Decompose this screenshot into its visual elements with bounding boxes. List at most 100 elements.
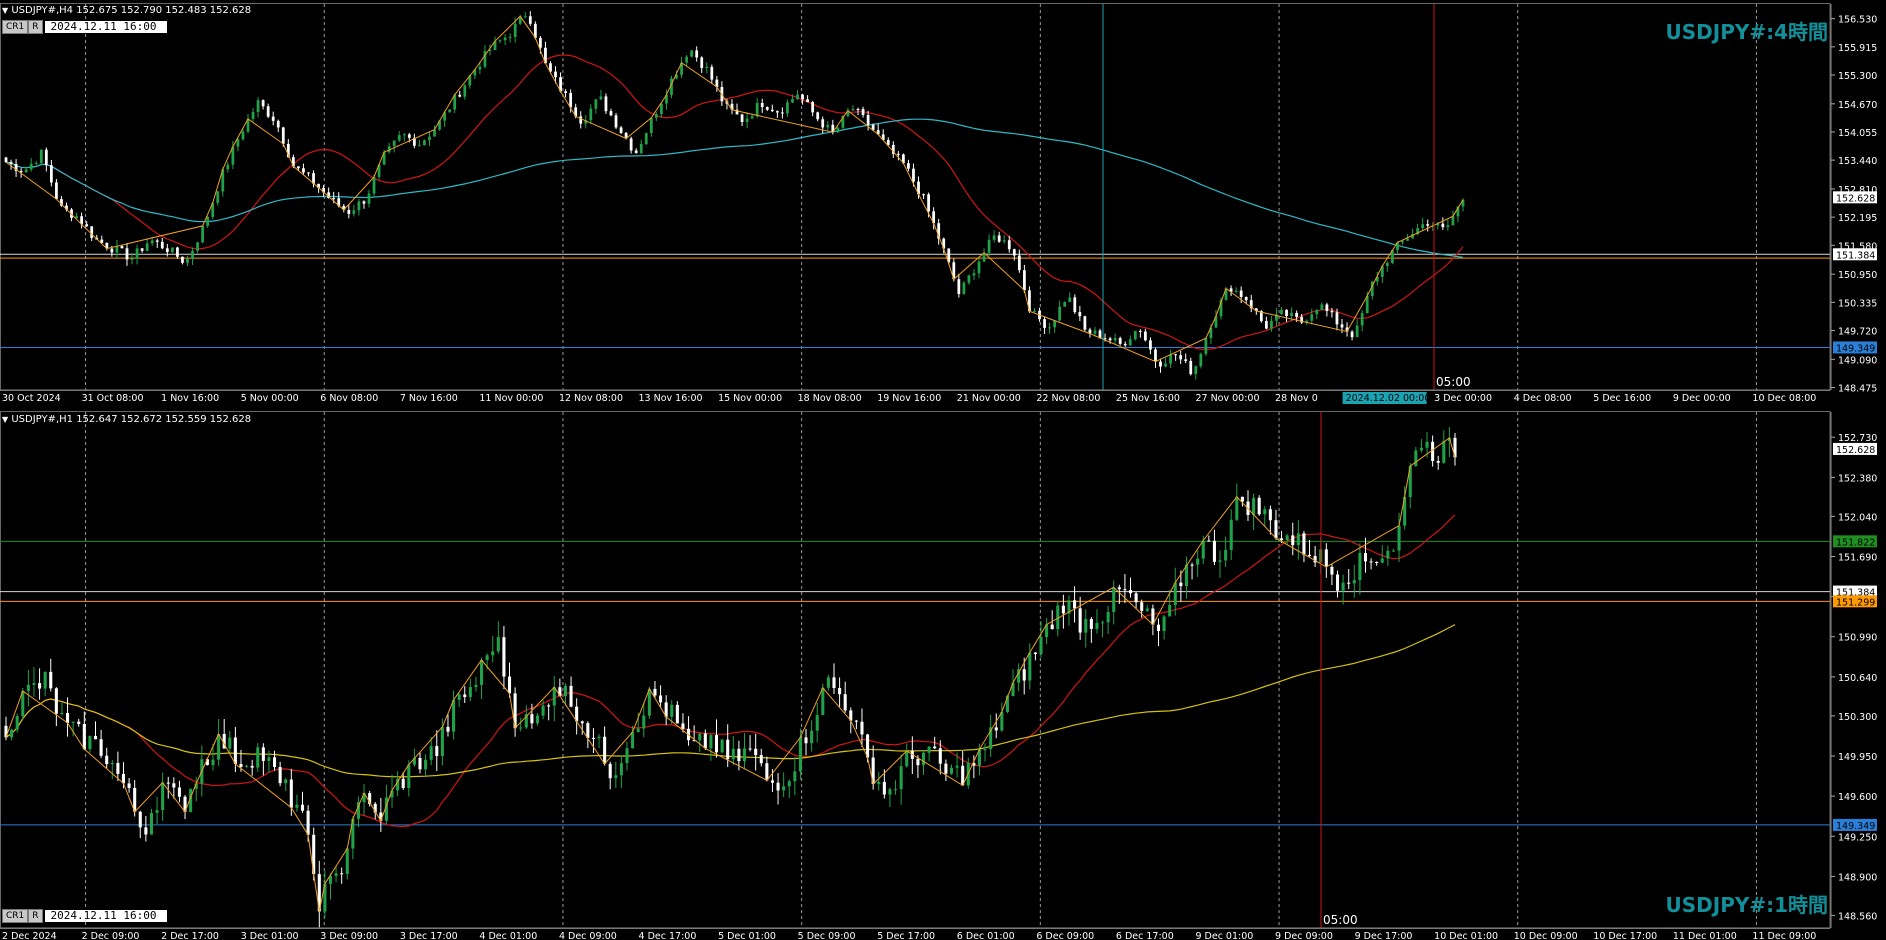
h4-price-badge-label: 149.349	[1836, 343, 1875, 354]
h1-candle-body	[491, 651, 495, 656]
h4-candle-body	[1078, 312, 1082, 317]
h1-candle-body	[1078, 608, 1082, 633]
h1-candle-body	[1263, 509, 1267, 515]
h1-cr1-button[interactable]: CR1	[2, 909, 29, 923]
h4-candle-body	[251, 111, 255, 119]
h4-candle-body	[160, 241, 164, 249]
h1-price-label: 151.690	[1838, 552, 1877, 563]
h1-candle-body	[1257, 497, 1261, 515]
h1-candle-body	[826, 677, 830, 688]
h4-price-label: 153.440	[1838, 156, 1877, 167]
h1-price-label: 149.600	[1838, 792, 1877, 803]
h4-cr1-button[interactable]: CR1	[2, 20, 29, 34]
h1-candle-body	[1285, 535, 1289, 541]
h4-candle-body	[992, 235, 996, 240]
h4-price-badge-label: 151.384	[1836, 250, 1875, 261]
h1-time-label: 4 Dec 09:00	[559, 931, 617, 940]
h1-candle-body	[675, 704, 679, 724]
h1-candle-body	[815, 715, 819, 731]
h1-chart-pane[interactable]: 05:00152.730152.380152.040151.690151.340…	[0, 408, 1886, 940]
h1-candle-body	[507, 676, 512, 694]
h1-candle-body	[43, 671, 47, 689]
h4-candle-body	[1335, 312, 1339, 325]
h1-candle-body	[1000, 712, 1004, 731]
h4-candle-body	[165, 248, 169, 253]
h1-candle-body	[429, 746, 433, 760]
h1-candle-body	[295, 804, 299, 808]
h4-symbol-ohlc: USDJPY#,H4 152.675 152.790 152.483 152.6…	[11, 5, 252, 16]
h4-candle-body	[297, 166, 300, 169]
h4-price-label: 156.530	[1838, 15, 1877, 26]
h4-time-label: 4 Dec 08:00	[1514, 393, 1572, 404]
h1-date-input[interactable]: 2024.12.11 16:00	[44, 910, 167, 922]
h4-candle-body	[281, 127, 285, 144]
h4-candle-body	[201, 225, 205, 243]
h1-price-label: 150.300	[1838, 712, 1877, 723]
h4-candle-body	[1406, 238, 1409, 241]
h1-candle-body	[933, 746, 937, 749]
h4-date-input[interactable]: 2024.12.11 16:00	[44, 21, 167, 33]
h1-time-label: 2 Dec 09:00	[82, 931, 140, 940]
h4-candle-body	[619, 127, 623, 133]
h4-candle-body	[407, 134, 411, 138]
h4-r-button[interactable]: R	[28, 20, 43, 34]
h4-candle-body	[1063, 301, 1067, 307]
h1-candle-body	[938, 748, 942, 764]
h1-watermark: USDJPY#:1時間	[1665, 893, 1829, 917]
h4-candle-body	[1169, 354, 1172, 364]
h4-candle-body	[599, 96, 603, 100]
h4-candle-body	[816, 112, 820, 120]
h1-candle-body	[1028, 652, 1032, 681]
h4-time-label: 28 Nov 0	[1275, 393, 1318, 404]
h4-time-label: 9 Dec 00:00	[1673, 393, 1731, 404]
h4-candle-body	[1068, 297, 1072, 302]
h4-candle-body	[498, 40, 502, 42]
h4-chart-pane[interactable]: 05:00 156.530 155.915 155.300 154.670 154.055…	[0, 0, 1886, 404]
h1-candle-body	[894, 789, 898, 791]
h1-candle-body	[1375, 561, 1379, 563]
h1-candle-body	[776, 782, 780, 791]
h1-candle-body	[463, 694, 467, 697]
h1-candle-body	[804, 737, 808, 744]
h1-candle-body	[877, 781, 881, 785]
h1-time-label: 5 Dec 17:00	[877, 931, 935, 940]
h1-candle-body	[714, 735, 719, 753]
h4-candle-body	[589, 108, 593, 121]
h1-collapse-icon[interactable]: ▼	[2, 415, 8, 424]
h1-candle-body	[457, 694, 461, 701]
h4-candle-body	[791, 98, 794, 103]
h4-collapse-icon[interactable]: ▼	[2, 6, 8, 15]
h4-candle-body	[1310, 314, 1314, 321]
h1-candle-body	[642, 715, 646, 729]
h4-candle-body	[609, 111, 613, 116]
h4-candle-body	[851, 109, 855, 111]
h1-candle-body	[737, 748, 741, 762]
h4-candle-body	[579, 116, 583, 124]
h4-chart-header: ▼ USDJPY#,H4 152.675 152.790 152.483 152…	[2, 5, 251, 16]
h1-candle-body	[519, 727, 523, 729]
h4-candle-body	[1234, 290, 1238, 292]
h4-candle-body	[539, 37, 542, 48]
h1-time-label: 11 Dec 09:00	[1752, 931, 1816, 940]
h1-candle-body	[161, 782, 165, 811]
h1-candle-body	[1022, 669, 1026, 681]
h4-candle-body	[236, 139, 240, 147]
h1-price-label: 148.560	[1838, 911, 1877, 922]
h4-candle-body	[181, 256, 184, 263]
h1-candle-body	[949, 767, 954, 774]
h4-candle-body	[1385, 262, 1389, 266]
h4-candle-body	[1204, 338, 1208, 354]
h1-candle-body	[440, 726, 444, 757]
h4-candle-body	[1083, 316, 1087, 330]
h1-candle-body	[1112, 587, 1116, 612]
h4-candle-body	[528, 16, 532, 24]
h1-candle-body	[127, 783, 131, 788]
h1-candle-body	[1386, 550, 1390, 559]
h1-r-button[interactable]: R	[28, 909, 43, 923]
h1-candle-body	[418, 758, 422, 770]
h4-candle-body	[1048, 327, 1051, 329]
h4-date-control: CR1 R 2024.12.11 16:00	[2, 20, 167, 34]
h1-time-label: 4 Dec 01:00	[479, 931, 537, 940]
h1-price-label: 150.990	[1838, 633, 1877, 644]
h1-time-label: 10 Dec 09:00	[1514, 931, 1578, 940]
